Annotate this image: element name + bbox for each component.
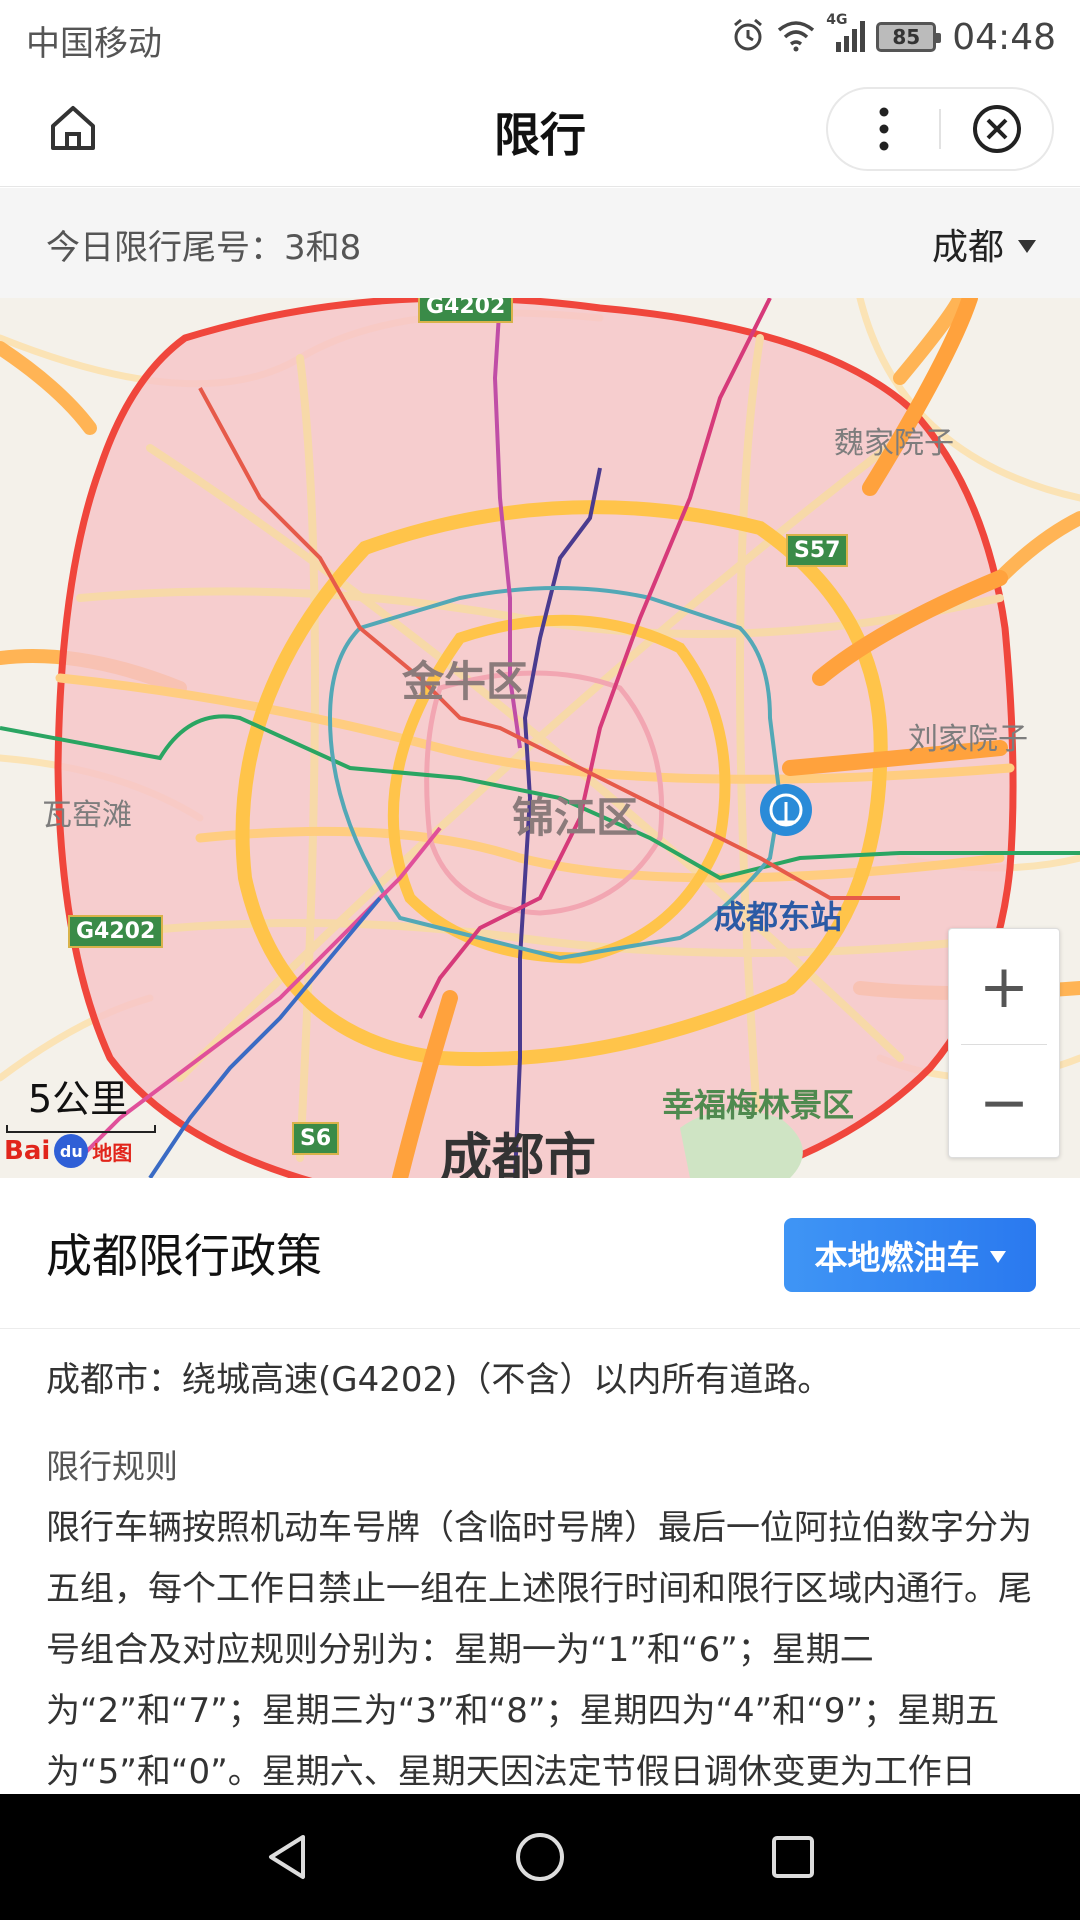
network-type: 4G [826, 12, 848, 28]
baidu-paw-icon: du [54, 1134, 89, 1168]
battery-icon: 85 [876, 22, 942, 52]
rule-heading: 限行规则 [46, 1447, 178, 1486]
system-navigation-bar [0, 1794, 1080, 1920]
place-label-wayaotan: 瓦窑滩 [42, 798, 132, 833]
rule-body-text: 限行车辆按照机动车号牌（含临时号牌）最后一位阿拉伯数字分为五组，每个工作日禁止一… [46, 1508, 1032, 1792]
status-icons: 4G 85 04:48 [730, 12, 1056, 60]
restriction-map[interactable]: G4202 S57 G4202 S6 魏家院子 金牛区 刘家院子 瓦窑滩 锦江区… [0, 298, 1080, 1178]
close-button[interactable] [941, 89, 1052, 169]
back-button[interactable] [242, 1812, 332, 1902]
road-sign-s6: S6 [292, 1122, 340, 1155]
logo-text: Bai [4, 1136, 51, 1166]
home-circle-icon [515, 1833, 564, 1881]
close-icon [972, 105, 1021, 153]
place-label-chengdu-east-station: 成都东站 [714, 898, 843, 936]
restriction-area-text: 成都市：绕城高速(G4202)（不含）以内所有道路。 [46, 1360, 832, 1400]
place-label-jinjiang: 锦江区 [512, 793, 639, 842]
back-triangle-icon [268, 1835, 305, 1879]
dropdown-caret-icon [1018, 239, 1036, 253]
place-label-city: 成都市 [440, 1129, 597, 1178]
wifi-icon [776, 18, 816, 56]
alarm-icon [730, 17, 766, 57]
policy-panel: 成都限行政策 本地燃油车 成都市：绕城高速(G4202)（不含）以内所有道路。 … [0, 1178, 1080, 1794]
today-limit-text: 今日限行尾号：3和8 [46, 228, 362, 268]
city-name: 成都 [931, 227, 1004, 268]
more-dots-icon [879, 107, 888, 151]
mini-program-capsule [826, 87, 1054, 171]
vehicle-type-dropdown[interactable]: 本地燃油车 [784, 1218, 1036, 1292]
zoom-out-button[interactable]: − [949, 1045, 1059, 1160]
policy-title: 成都限行政策 [46, 1229, 322, 1283]
vehicle-type-label: 本地燃油车 [814, 1238, 980, 1277]
home-nav-button[interactable] [495, 1812, 585, 1902]
recents-square-icon [772, 1836, 815, 1878]
place-label-meilin: 幸福梅林景区 [662, 1086, 855, 1124]
road-sign-g4202-north: G4202 [418, 298, 514, 323]
baidu-map-logo: Bai du 地图 [4, 1134, 132, 1168]
carrier-name: 中国移动 [26, 24, 162, 64]
scale-label: 5公里 [28, 1077, 129, 1121]
map-scale: 5公里 [6, 1068, 156, 1133]
more-button[interactable] [828, 89, 939, 169]
recents-button[interactable] [748, 1812, 838, 1902]
logo-subtext: 地图 [92, 1140, 133, 1165]
zoom-control: + − [948, 928, 1060, 1158]
city-selector[interactable]: 成都 [932, 218, 1036, 270]
title-bar: 限行 [0, 75, 1080, 187]
scale-bar [6, 1125, 156, 1133]
panel-divider [0, 1328, 1080, 1329]
restriction-info-bar: 今日限行尾号：3和8 成都 [0, 188, 1080, 298]
signal-icon: 4G [826, 12, 866, 56]
zoom-in-button[interactable]: + [949, 929, 1059, 1044]
status-bar: 中国移动 4G 85 04:48 [0, 0, 1080, 75]
clock: 04:48 [952, 16, 1056, 58]
place-label-jinniu: 金牛区 [402, 657, 529, 706]
road-sign-g4202-west: G4202 [68, 915, 164, 948]
place-label-liujia: 刘家院子 [908, 722, 1028, 757]
road-sign-s57: S57 [786, 534, 849, 567]
place-label-weijia: 魏家院子 [834, 426, 954, 461]
dropdown-caret-icon [989, 1251, 1006, 1263]
battery-level: 85 [892, 25, 921, 49]
